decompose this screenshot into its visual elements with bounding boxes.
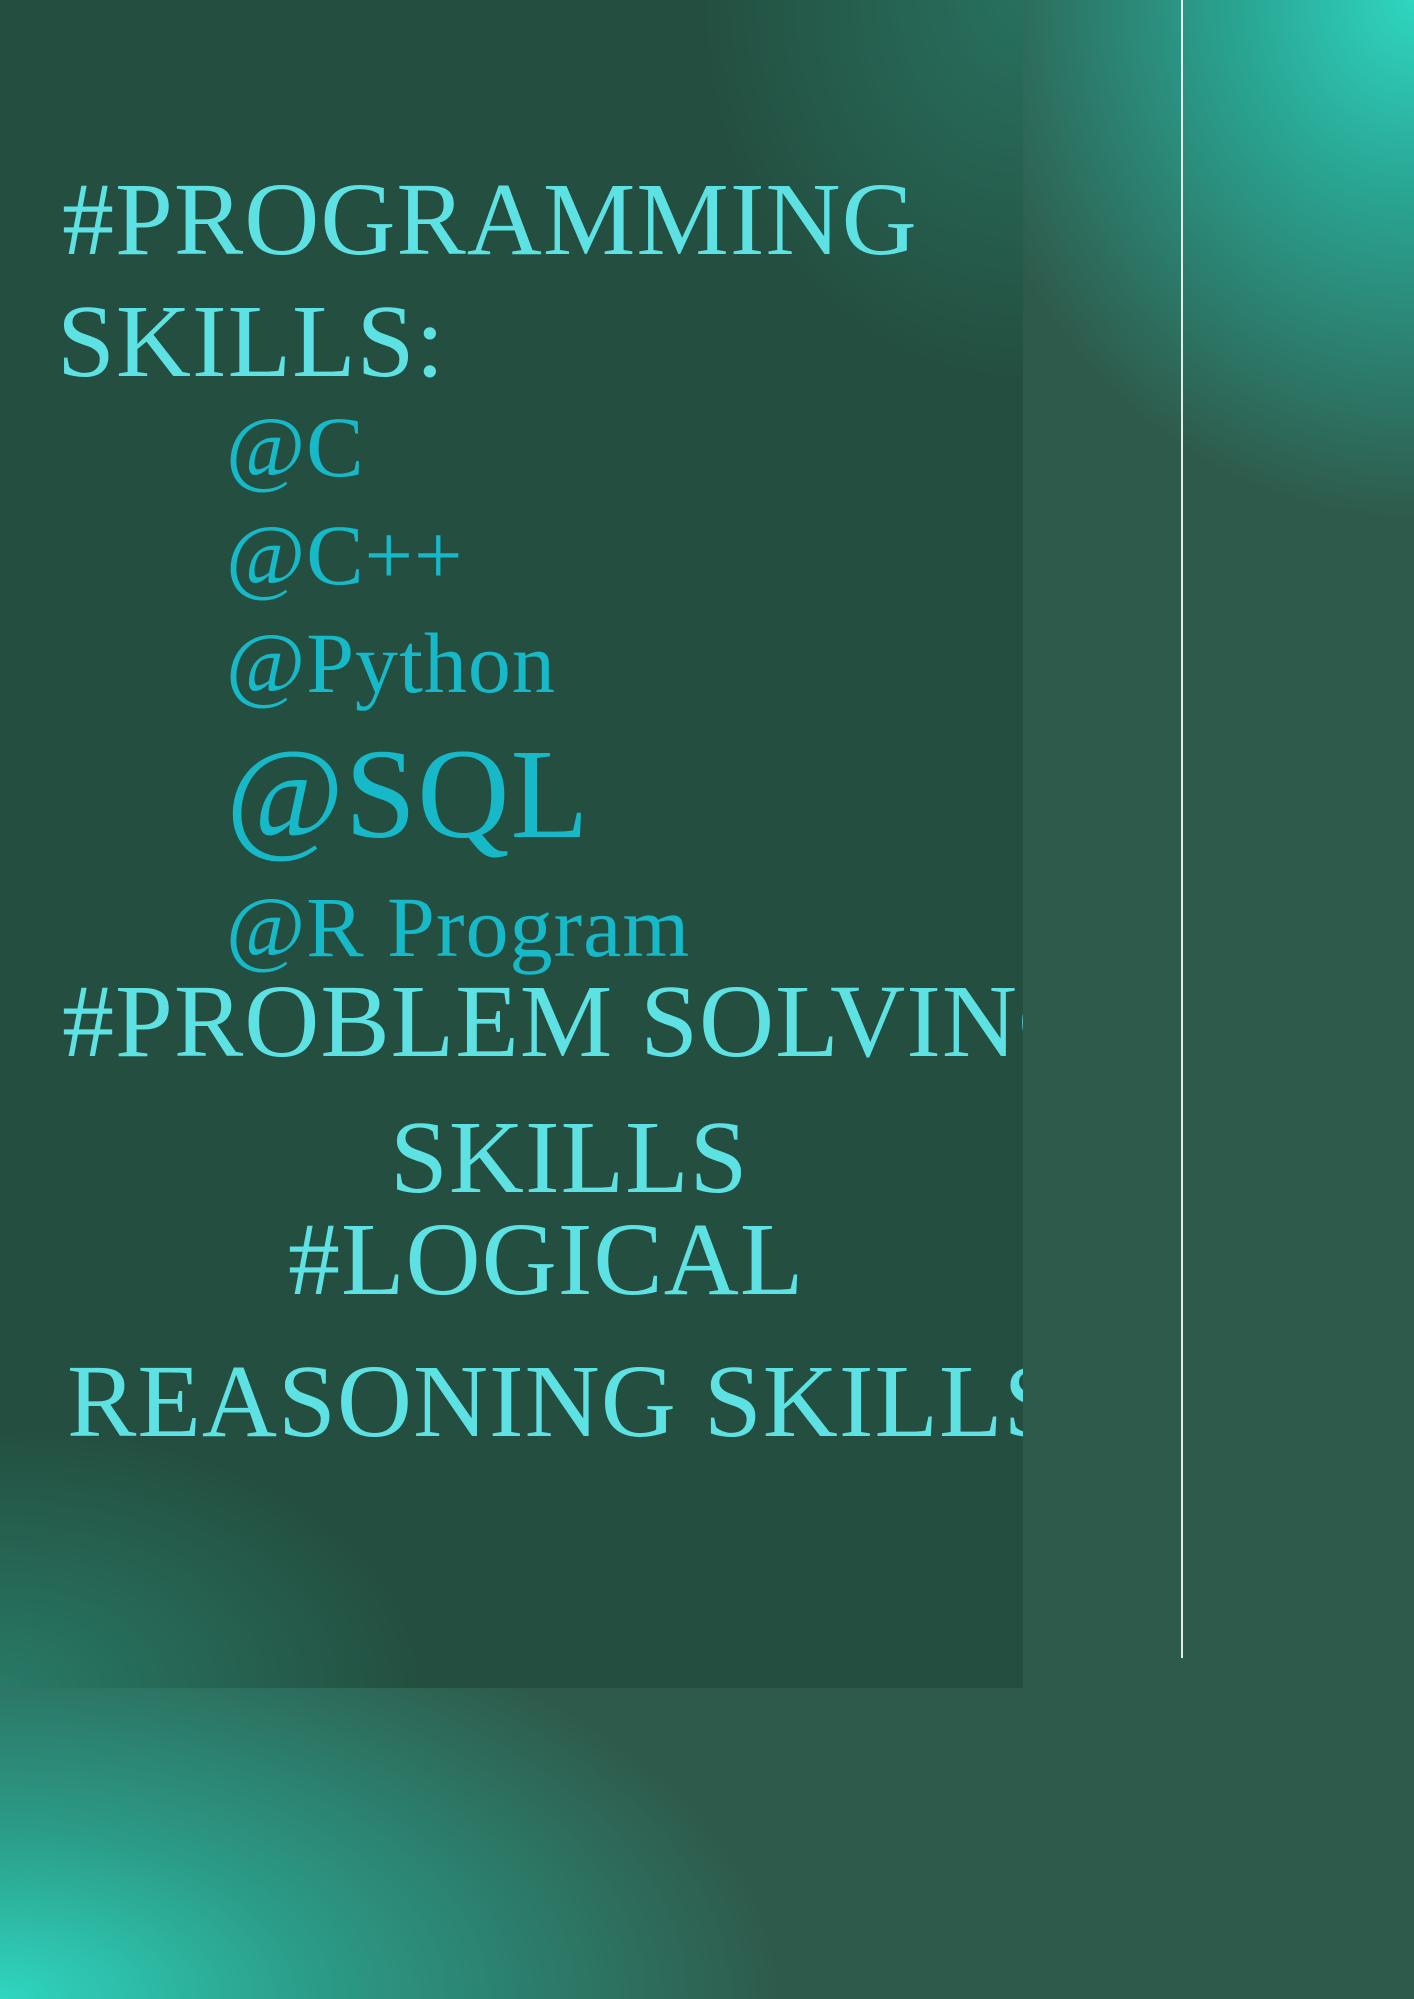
vertical-divider-line — [1181, 0, 1183, 1658]
skill-item-sql: @SQL — [226, 723, 590, 865]
skill-item-cpp: @C++ — [226, 507, 464, 603]
problem-solving-heading-line2: SKILLS — [390, 1100, 749, 1215]
skill-item-python: @Python — [226, 615, 556, 711]
content-panel: #PROGRAMMING SKILLS: @C @C++ @Python @SQ… — [0, 0, 1023, 1688]
skill-item-r-program: @R Program — [226, 879, 691, 975]
programming-heading-line1: #PROGRAMMING — [62, 162, 918, 277]
skill-item-c: @C — [226, 399, 365, 495]
logical-reasoning-heading-line1: #LOGICAL — [288, 1202, 805, 1317]
logical-reasoning-heading-line2: REASONING SKILLS — [67, 1344, 1023, 1459]
problem-solving-heading-line1: #PROBLEM SOLVING — [62, 964, 1023, 1079]
programming-heading-line2: SKILLS: — [57, 284, 446, 399]
